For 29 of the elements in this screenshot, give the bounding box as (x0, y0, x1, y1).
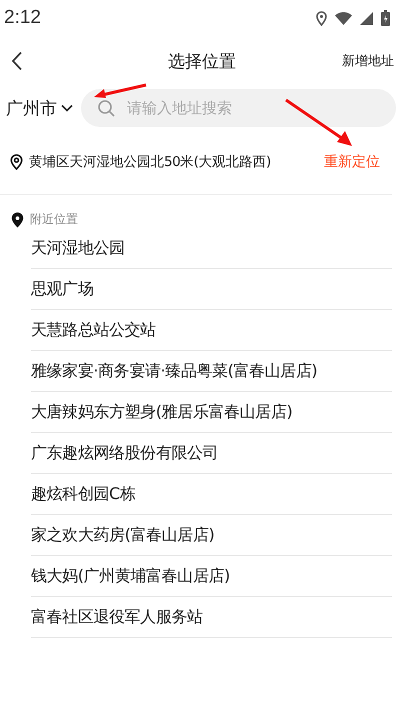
location-item[interactable]: 大唐辣妈东方塑身(雅居乐富春山居店) (31, 392, 392, 433)
annotation-arrow (285, 99, 353, 147)
location-item[interactable]: 广东趣炫网络股份有限公司 (31, 433, 392, 474)
location-pin-icon (10, 154, 23, 170)
location-item[interactable]: 雅缘家宴·商务宴请·臻品粤菜(富春山居店) (31, 351, 392, 392)
status-time: 2:12 (4, 7, 41, 29)
add-address-button[interactable]: 新增地址 (342, 52, 394, 70)
search-input[interactable]: 请输入地址搜索 (125, 98, 384, 118)
city-dropdown[interactable]: 广州市 (6, 96, 73, 120)
battery-icon (381, 10, 390, 26)
location-item[interactable]: 思观广场 (31, 269, 392, 310)
location-item[interactable]: 家之欢大药房(富春山居店) (31, 515, 392, 556)
chevron-down-icon (61, 104, 73, 112)
location-icon (316, 10, 327, 26)
page-title: 选择位置 (168, 50, 236, 72)
annotation-arrow (94, 84, 147, 99)
location-item[interactable]: 天慧路总站公交站 (31, 310, 392, 351)
current-address: 黄埔区天河湿地公园北50米(大观北路西) (29, 153, 272, 171)
location-pin-icon (11, 212, 24, 228)
section-heading: 附近位置 (30, 211, 78, 228)
back-button[interactable] (10, 51, 24, 71)
location-item[interactable]: 钱大妈(广州黄埔富春山居店) (31, 556, 392, 597)
location-item[interactable]: 天河湿地公园 (31, 228, 392, 269)
location-item[interactable]: 富春社区退役军人服务站 (31, 597, 392, 638)
wifi-icon (335, 12, 352, 24)
signal-icon (360, 12, 373, 24)
location-item[interactable]: 趣炫科创园C栋 (31, 474, 392, 515)
search-bar[interactable]: 请输入地址搜索 (81, 89, 396, 127)
search-icon (97, 99, 115, 117)
